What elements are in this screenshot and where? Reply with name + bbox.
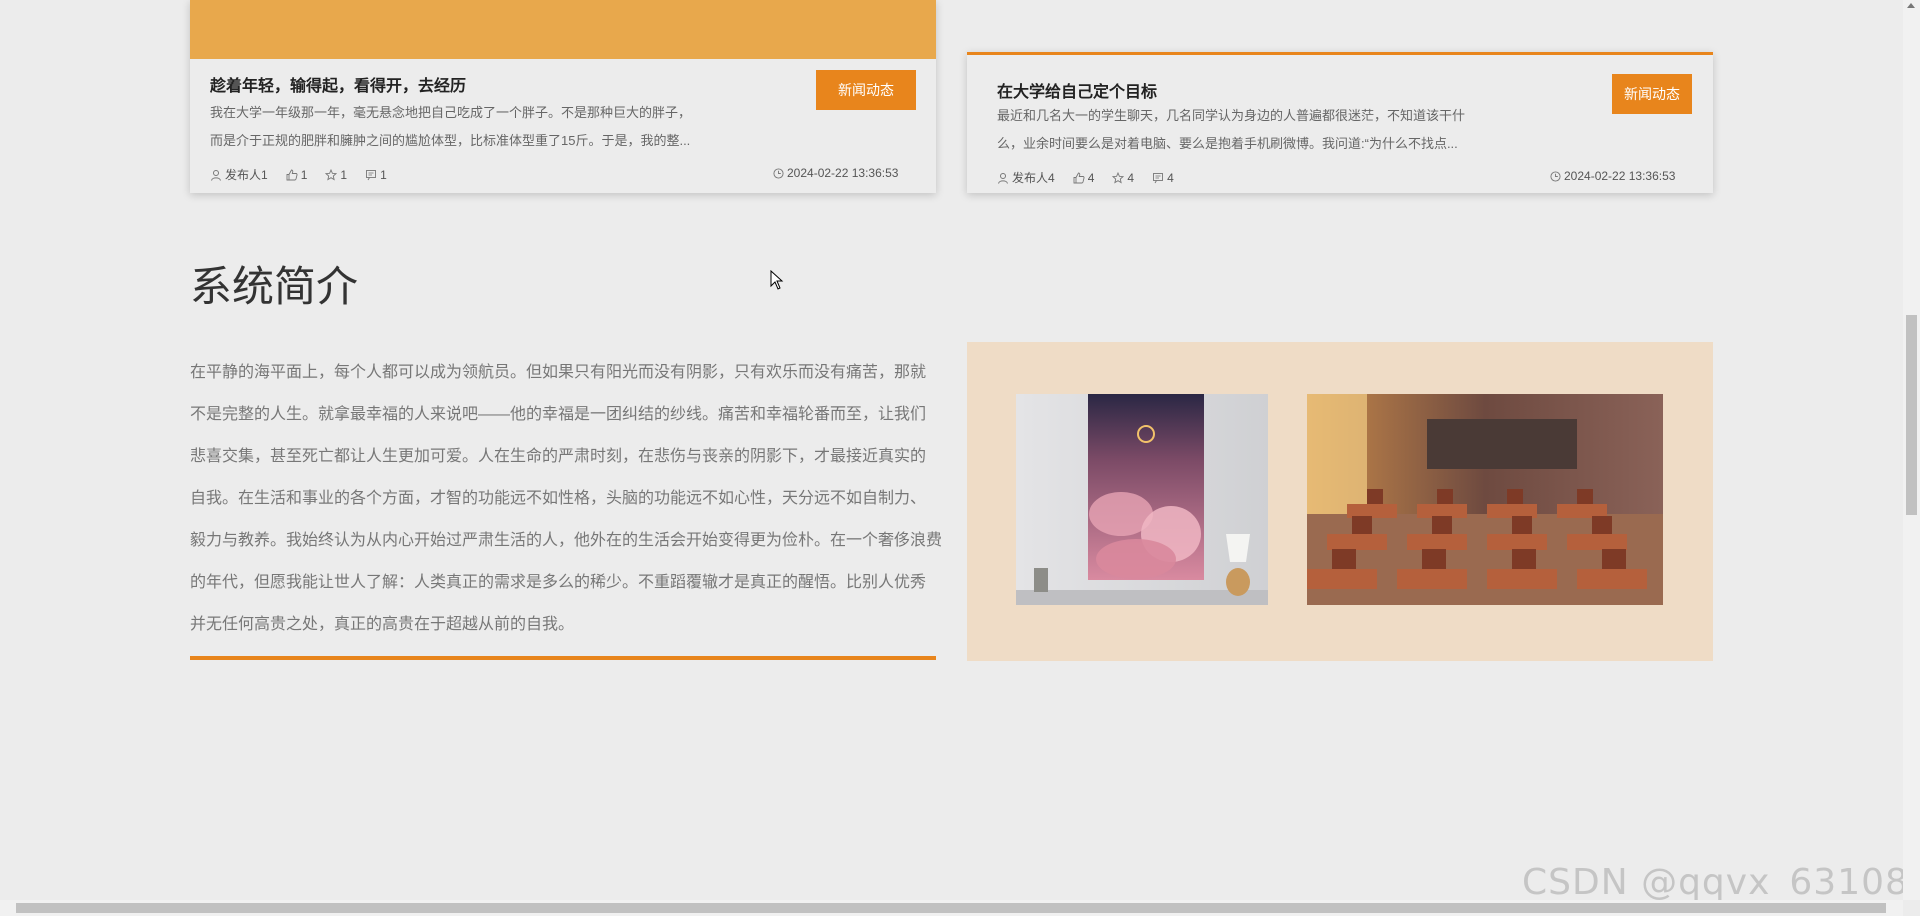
intro-text-line: 不是完整的人生。就拿最幸福的人来说吧——他的幸福是一团纠结的纱线。痛苦和幸福轮番… <box>190 406 927 423</box>
gallery-image-classroom[interactable] <box>1307 394 1663 605</box>
vertical-scrollbar-thumb[interactable] <box>1906 315 1917 515</box>
intro-gallery <box>967 342 1713 661</box>
comment-meta[interactable]: 1 <box>365 168 387 182</box>
intro-text-line: 并无任何高贵之处，真正的高贵在于超越从前的自我。 <box>190 616 575 633</box>
intro-text-line: 自我。在生活和事业的各个方面，才智的功能远不如性格，头脑的功能远不如心性，天分远… <box>190 490 927 507</box>
news-card-image[interactable] <box>190 0 936 59</box>
news-card-summary: 最近和几名大一的学生聊天，几名同学认为身边的人普遍都很迷茫，不知道该干什 么，业… <box>997 102 1537 158</box>
author-meta: 发布人1 <box>210 166 268 183</box>
like-meta[interactable]: 1 <box>286 167 308 182</box>
intro-text-line: 在平静的海平面上，每个人都可以成为领航员。但如果只有阳光而没有阴影，只有欢乐而没… <box>190 364 927 381</box>
news-card-title[interactable]: 在大学给自己定个目标 <box>997 78 1157 102</box>
news-card-summary-line: 而是介于正规的肥胖和臃肿之间的尴尬体型，比标准体型重了15斤。于是，我的整... <box>210 133 691 148</box>
news-card-summary: 我在大学一年级那一年，毫无悬念地把自己吃成了一个胖子。不是那种巨大的胖子， 而是… <box>210 99 740 155</box>
favorite-meta[interactable]: 1 <box>325 168 347 182</box>
news-card-meta: 发布人1 1 1 1 <box>210 166 405 183</box>
news-card-summary-line: 么，业余时间要么是对着电脑、要么是抱着手机刷微博。我问道:“为什么不找点... <box>997 136 1458 151</box>
comment-count: 4 <box>1167 170 1174 185</box>
like-meta[interactable]: 4 <box>1073 170 1095 185</box>
comment-icon <box>1153 172 1164 183</box>
vertical-scrollbar[interactable] <box>1903 0 1920 900</box>
news-category-button[interactable]: 新闻动态 <box>1612 74 1692 114</box>
news-card-title[interactable]: 趁着年轻，输得起，看得开，去经历 <box>210 72 466 96</box>
user-icon <box>211 169 221 181</box>
thumbs-up-icon <box>1073 172 1085 183</box>
news-card[interactable]: 在大学给自己定个目标 最近和几名大一的学生聊天，几名同学认为身边的人普遍都很迷茫… <box>967 52 1713 193</box>
like-count: 1 <box>300 167 308 182</box>
publish-date-text: 2024-02-22 13:36:53 <box>1564 169 1676 183</box>
favorite-count: 4 <box>1127 170 1135 185</box>
news-card-summary-line: 最近和几名大一的学生聊天，几名同学认为身边的人普遍都很迷茫，不知道该干什 <box>997 108 1466 123</box>
horizontal-scrollbar-thumb[interactable] <box>16 903 1886 913</box>
news-card-summary-line: 我在大学一年级那一年，毫无悬念地把自己吃成了一个胖子。不是那种巨大的胖子， <box>210 105 692 120</box>
intro-text-line: 的年代，但愿我能让世人了解：人类真正的需求是多么的稀少。不重蹈覆辙才是真正的醒悟… <box>190 574 927 591</box>
clock-icon <box>1550 170 1561 182</box>
clock-icon <box>773 167 784 179</box>
news-card-meta: 发布人4 4 4 4 <box>997 169 1192 186</box>
watermark-text: CSDN @qqvx_6310855 <box>1522 862 1920 903</box>
section-divider <box>190 656 936 660</box>
favorite-meta[interactable]: 4 <box>1112 171 1134 185</box>
user-icon <box>998 172 1008 184</box>
author-meta: 发布人4 <box>997 169 1055 186</box>
like-count: 4 <box>1087 170 1095 185</box>
horizontal-scrollbar[interactable] <box>0 900 1903 916</box>
thumbs-up-icon <box>286 169 298 180</box>
intro-text-line: 毅力与教养。我始终认为从内心开始过严肃生活的人，他外在的生活会开始变得更为俭朴。… <box>190 532 943 549</box>
news-card[interactable]: 趁着年轻，输得起，看得开，去经历 我在大学一年级那一年，毫无悬念地把自己吃成了一… <box>190 0 936 193</box>
publish-date: 2024-02-22 13:36:53 <box>1550 169 1675 183</box>
gallery-image-poster[interactable] <box>1016 394 1268 605</box>
mouse-cursor-icon <box>770 270 784 290</box>
comment-icon <box>366 169 377 180</box>
star-icon <box>325 168 338 181</box>
news-category-button[interactable]: 新闻动态 <box>816 70 916 110</box>
comment-meta[interactable]: 4 <box>1152 171 1174 185</box>
intro-text-line: 悲喜交集，甚至死亡都让人生更加可爱。人在生命的严肃时刻，在悲伤与丧亲的阴影下，才… <box>190 448 927 465</box>
star-icon <box>1112 171 1125 184</box>
comment-count: 1 <box>380 167 387 182</box>
intro-text: 在平静的海平面上，每个人都可以成为领航员。但如果只有阳光而没有阴影，只有欢乐而没… <box>190 352 943 646</box>
author-label: 发布人1 <box>225 168 268 182</box>
section-title: 系统简介 <box>190 263 359 310</box>
publish-date-text: 2024-02-22 13:36:53 <box>787 166 899 180</box>
favorite-count: 1 <box>340 167 348 182</box>
scroll-up-arrow-icon[interactable] <box>1907 3 1915 8</box>
author-label: 发布人4 <box>1012 171 1055 185</box>
publish-date: 2024-02-22 13:36:53 <box>773 166 898 180</box>
